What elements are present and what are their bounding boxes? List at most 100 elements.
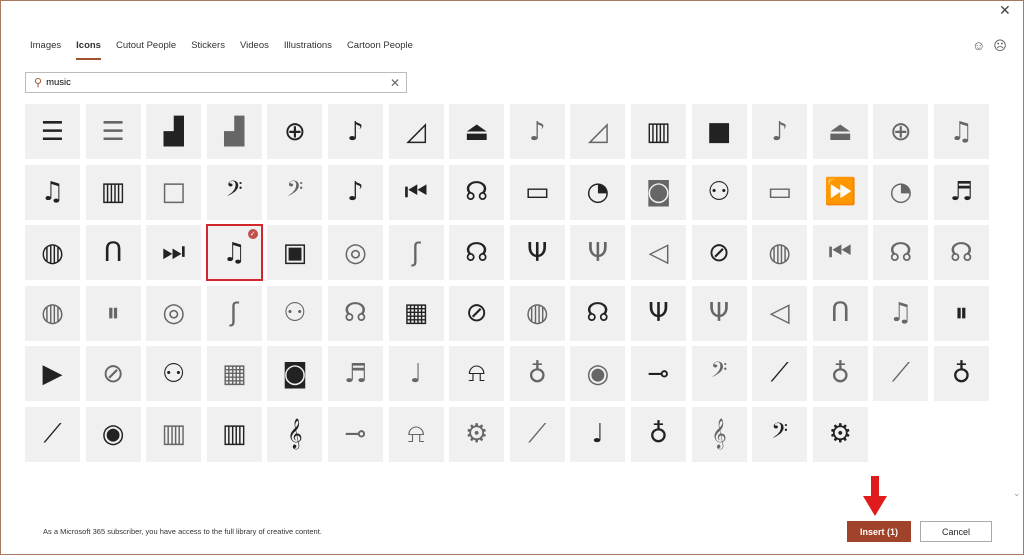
icon-tile[interactable]: ◍	[25, 285, 80, 341]
icon-tile[interactable]: ⚙	[812, 406, 868, 462]
icon-tile[interactable]: ☊	[449, 164, 505, 220]
icon-tile[interactable]: ▦	[206, 346, 262, 402]
icon-tile[interactable]: ⚇	[691, 164, 747, 220]
icon-tile[interactable]: ♁	[933, 346, 989, 402]
icon-tile[interactable]: ▥	[85, 164, 141, 220]
icon-tile[interactable]: ▟	[206, 104, 262, 159]
icon-tile[interactable]: ♁	[509, 346, 565, 402]
close-icon[interactable]: ✕	[999, 2, 1011, 19]
tab-videos[interactable]: Videos	[240, 40, 269, 60]
icon-tile[interactable]: ☊	[873, 225, 929, 281]
icon-tile[interactable]: ⏩	[812, 164, 868, 220]
icon-tile[interactable]: ♩	[388, 346, 444, 402]
icon-tile[interactable]: ⊸	[630, 346, 686, 402]
icon-tile[interactable]: 𝄢	[752, 406, 808, 462]
icon-tile[interactable]: ⊘	[691, 225, 747, 281]
icon-tile[interactable]: ⚇	[146, 346, 202, 402]
scroll-down-icon[interactable]: ⌄	[1013, 488, 1021, 499]
icon-tile[interactable]: ◎	[146, 285, 202, 341]
icon-tile[interactable]: ☊	[933, 225, 989, 281]
icon-tile[interactable]: ☊	[570, 285, 626, 341]
icon-tile[interactable]: ♫	[933, 104, 989, 159]
icon-tile[interactable]: ☊	[449, 225, 505, 281]
cancel-button[interactable]: Cancel	[920, 521, 992, 542]
icon-tile[interactable]: ☊	[327, 285, 383, 341]
icon-tile[interactable]: Ψ	[509, 225, 565, 281]
icon-tile[interactable]: ʃ	[206, 285, 262, 341]
tab-cutout-people[interactable]: Cutout People	[116, 40, 176, 60]
icon-tile[interactable]: ◍	[509, 285, 565, 341]
icon-tile[interactable]: Ψ	[570, 225, 626, 281]
icon-tile[interactable]: ⟋	[873, 346, 929, 402]
icon-tile[interactable]: ⍾	[388, 406, 444, 462]
tab-cartoon-people[interactable]: Cartoon People	[347, 40, 413, 60]
icon-tile[interactable]: ⏏	[812, 104, 868, 159]
icon-tile[interactable]: ◿	[388, 104, 444, 159]
icon-tile[interactable]: ♪	[327, 164, 383, 220]
icon-tile[interactable]: 𝄢	[267, 164, 323, 220]
icon-tile[interactable]: ▶	[25, 346, 80, 402]
tab-images[interactable]: Images	[30, 40, 61, 60]
icon-tile[interactable]: ⚇	[267, 285, 323, 341]
icon-tile[interactable]: ⊸	[327, 406, 383, 462]
icon-tile[interactable]: 𝄞	[691, 406, 747, 462]
icon-tile[interactable]: ⏮	[388, 164, 444, 220]
icon-tile[interactable]: ♁	[630, 406, 686, 462]
icon-tile[interactable]: ⊘	[449, 285, 505, 341]
icon-tile[interactable]: ᑎ	[85, 225, 141, 281]
icon-tile[interactable]: ♪	[752, 104, 808, 159]
icon-tile[interactable]: ◙	[267, 346, 323, 402]
icon-tile[interactable]: ■	[691, 104, 747, 159]
icon-tile[interactable]: ♬	[327, 346, 383, 402]
icon-tile[interactable]: ⍾	[449, 346, 505, 402]
clear-search-icon[interactable]: ✕	[390, 76, 400, 90]
icon-tile[interactable]: ▥	[146, 406, 202, 462]
icon-tile[interactable]: ♪	[509, 104, 565, 159]
icon-tile[interactable]: 𝄢	[691, 346, 747, 402]
icon-tile[interactable]: ◉	[85, 406, 141, 462]
icon-tile[interactable]: ⊕	[873, 104, 929, 159]
smile-icon[interactable]: ☺	[972, 38, 985, 54]
icon-tile[interactable]: ◁	[630, 225, 686, 281]
icon-tile[interactable]: ♬	[933, 164, 989, 220]
icon-tile[interactable]: ᑎ	[812, 285, 868, 341]
icon-tile[interactable]: ⏏	[449, 104, 505, 159]
tab-icons[interactable]: Icons	[76, 40, 101, 60]
icon-tile[interactable]: ▦	[388, 285, 444, 341]
icon-tile[interactable]: ◎	[327, 225, 383, 281]
icon-tile[interactable]: ◔	[873, 164, 929, 220]
icon-tile[interactable]: ♪	[327, 104, 383, 159]
icon-tile[interactable]: ◍	[752, 225, 808, 281]
icon-tile[interactable]: ☰	[85, 104, 141, 159]
icon-tile[interactable]: 𝄢	[206, 164, 262, 220]
icon-tile[interactable]: ◍	[25, 225, 80, 281]
icon-tile[interactable]: ◔	[570, 164, 626, 220]
frown-icon[interactable]: ☹	[993, 38, 1007, 54]
icon-tile[interactable]: ◉	[570, 346, 626, 402]
insert-button[interactable]: Insert (1)	[847, 521, 911, 542]
icon-tile[interactable]: ⏸	[933, 285, 989, 341]
icon-tile[interactable]: ⟋	[752, 346, 808, 402]
icon-tile[interactable]: ♩	[570, 406, 626, 462]
icon-tile[interactable]: ⏮	[812, 225, 868, 281]
icon-tile[interactable]: Ψ	[630, 285, 686, 341]
icon-tile[interactable]: ♁	[812, 346, 868, 402]
icon-tile[interactable]: ⚙	[449, 406, 505, 462]
icon-tile[interactable]: ⟋	[509, 406, 565, 462]
icon-tile[interactable]: ▭	[752, 164, 808, 220]
icon-tile[interactable]: 𝄞	[267, 406, 323, 462]
icon-tile[interactable]: ▭	[509, 164, 565, 220]
icon-tile[interactable]: ◁	[752, 285, 808, 341]
icon-tile[interactable]: ◙	[630, 164, 686, 220]
icon-tile[interactable]: ◿	[570, 104, 626, 159]
icon-tile[interactable]: ♫ ✓	[205, 224, 263, 282]
icon-tile[interactable]: □	[146, 164, 202, 220]
icon-tile[interactable]: ⊘	[85, 346, 141, 402]
icon-tile[interactable]: ▟	[146, 104, 202, 159]
icon-tile[interactable]: ʃ	[388, 225, 444, 281]
tab-stickers[interactable]: Stickers	[191, 40, 225, 60]
icon-tile[interactable]: ⊕	[267, 104, 323, 159]
icon-tile[interactable]: ☰	[25, 104, 80, 159]
icon-tile[interactable]: ▥	[630, 104, 686, 159]
icon-tile[interactable]: ▥	[206, 406, 262, 462]
